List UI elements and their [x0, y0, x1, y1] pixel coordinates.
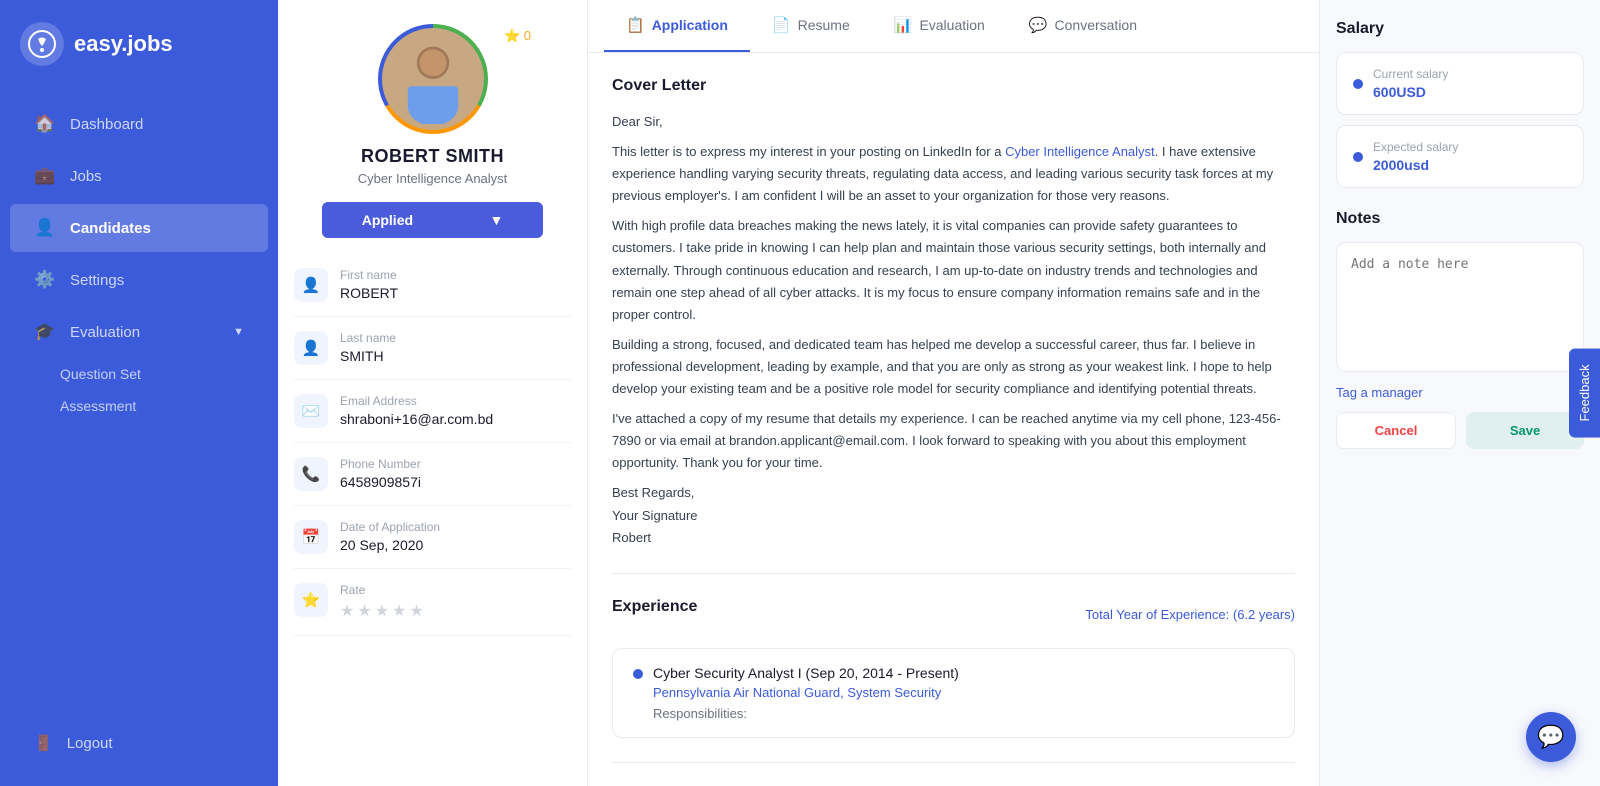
sidebar-logo[interactable]: easy.jobs	[0, 0, 278, 88]
conversation-tab-icon: 💬	[1029, 16, 1048, 34]
candidate-name: ROBERT SMITH	[361, 146, 504, 167]
candidate-panel: ⭐ 0 ROBERT SMITH Cyber Intelligence Anal…	[278, 0, 588, 786]
cover-letter-title: Cover Letter	[612, 77, 1295, 95]
cancel-button[interactable]: Cancel	[1336, 412, 1456, 449]
calendar-icon: 📅	[294, 520, 328, 554]
email-icon: ✉️	[294, 394, 328, 428]
status-dropdown-button[interactable]: Applied ▼	[322, 202, 544, 238]
salary-section-title: Salary	[1336, 20, 1584, 38]
exp-dot	[633, 669, 643, 679]
person-icon-2: 👤	[294, 331, 328, 365]
experience-title: Experience	[612, 598, 697, 616]
sidebar-label-dashboard: Dashboard	[70, 116, 143, 133]
salary-dot-current	[1353, 79, 1363, 89]
star-1[interactable]: ★	[340, 601, 354, 621]
expected-salary-card: Expected salary 2000usd	[1336, 125, 1584, 188]
sidebar-label-evaluation: Evaluation	[70, 324, 140, 341]
settings-icon: ⚙️	[34, 270, 56, 290]
tag-manager-link[interactable]: Tag a manager	[1336, 385, 1584, 400]
feedback-tab[interactable]: Feedback	[1569, 348, 1600, 437]
star-5[interactable]: ★	[409, 601, 423, 621]
candidates-icon: 👤	[34, 218, 56, 238]
salary-dot-expected	[1353, 152, 1363, 162]
content-panel: 📋 Application 📄 Resume 📊 Evaluation 💬 Co…	[588, 0, 1320, 786]
info-first-name: 👤 First name ROBERT	[294, 254, 571, 317]
info-rate: ⭐ Rate ★ ★ ★ ★ ★	[294, 569, 571, 636]
experience-header: Experience Total Year of Experience: (6.…	[612, 598, 1295, 632]
tab-application[interactable]: 📋 Application	[604, 0, 750, 52]
star-4[interactable]: ★	[392, 601, 406, 621]
evaluation-submenu: Question Set Assessment	[0, 358, 278, 422]
sidebar-item-settings[interactable]: ⚙️ Settings	[10, 256, 268, 304]
rate-icon: ⭐	[294, 583, 328, 617]
person-icon: 👤	[294, 268, 328, 302]
sidebar-label-jobs: Jobs	[70, 168, 102, 185]
sidebar-label-candidates: Candidates	[70, 220, 151, 237]
sidebar-nav: 🏠 Dashboard 💼 Jobs 👤 Candidates ⚙️ Setti…	[0, 88, 278, 718]
logout-icon: 🚪	[34, 734, 53, 752]
star-2[interactable]: ★	[357, 601, 371, 621]
phone-icon: 📞	[294, 457, 328, 491]
tab-evaluation[interactable]: 📊 Evaluation	[872, 0, 1007, 52]
chat-icon: 💬	[1537, 724, 1564, 750]
info-date: 📅 Date of Application 20 Sep, 2020	[294, 506, 571, 569]
resume-tab-icon: 📄	[772, 16, 791, 34]
tab-resume[interactable]: 📄 Resume	[750, 0, 872, 52]
save-button[interactable]: Save	[1466, 412, 1584, 449]
candidate-info-section: 👤 First name ROBERT 👤 Last name SMITH ✉️…	[278, 254, 587, 636]
app-name: easy.jobs	[74, 31, 173, 57]
candidate-title: Cyber Intelligence Analyst	[358, 171, 508, 186]
application-tab-icon: 📋	[626, 16, 645, 34]
experience-years: Total Year of Experience: (6.2 years)	[1085, 607, 1295, 622]
notes-textarea[interactable]	[1336, 242, 1584, 372]
sidebar-item-evaluation[interactable]: 🎓 Evaluation ▼	[10, 308, 268, 356]
evaluation-icon: 🎓	[34, 322, 56, 342]
notes-section-title: Notes	[1336, 210, 1584, 228]
cover-letter-text: Dear Sir, This letter is to express my i…	[612, 111, 1295, 549]
sidebar-item-assessment[interactable]: Assessment	[60, 390, 278, 422]
sidebar-item-dashboard[interactable]: 🏠 Dashboard	[10, 100, 268, 148]
main-area: ⭐ 0 ROBERT SMITH Cyber Intelligence Anal…	[278, 0, 1600, 786]
current-salary-card: Current salary 600USD	[1336, 52, 1584, 115]
tabs-bar: 📋 Application 📄 Resume 📊 Evaluation 💬 Co…	[588, 0, 1319, 53]
experience-card: Cyber Security Analyst I (Sep 20, 2014 -…	[612, 648, 1295, 738]
sidebar-label-settings: Settings	[70, 272, 124, 289]
exp-card-header: Cyber Security Analyst I (Sep 20, 2014 -…	[633, 665, 1274, 721]
notes-actions: Cancel Save	[1336, 412, 1584, 449]
logo-icon	[20, 22, 64, 66]
avatar-ring	[378, 24, 488, 134]
info-email: ✉️ Email Address shraboni+16@ar.com.bd	[294, 380, 571, 443]
candidate-header: ⭐ 0 ROBERT SMITH Cyber Intelligence Anal…	[278, 0, 587, 254]
tab-conversation[interactable]: 💬 Conversation	[1007, 0, 1159, 52]
jobs-icon: 💼	[34, 166, 56, 186]
sidebar: easy.jobs 🏠 Dashboard 💼 Jobs 👤 Candidate…	[0, 0, 278, 786]
notes-section: Notes Tag a manager Cancel Save	[1336, 210, 1584, 449]
chevron-down-icon: ▼	[489, 212, 503, 228]
sidebar-label-logout: Logout	[67, 735, 113, 752]
right-panel: Salary Current salary 600USD Expected sa…	[1320, 0, 1600, 786]
sidebar-item-candidates[interactable]: 👤 Candidates	[10, 204, 268, 252]
avatar	[382, 28, 484, 130]
sidebar-item-logout[interactable]: 🚪 Logout	[10, 720, 268, 766]
info-last-name: 👤 Last name SMITH	[294, 317, 571, 380]
chevron-down-icon: ▼	[233, 326, 244, 338]
evaluation-tab-icon: 📊	[894, 16, 913, 34]
content-body: Cover Letter Dear Sir, This letter is to…	[588, 53, 1319, 786]
chat-bubble[interactable]: 💬	[1526, 712, 1576, 762]
star-3[interactable]: ★	[375, 601, 389, 621]
sidebar-item-question-set[interactable]: Question Set	[60, 358, 278, 390]
star-badge: ⭐ 0	[504, 28, 531, 44]
home-icon: 🏠	[34, 114, 56, 134]
sidebar-item-jobs[interactable]: 💼 Jobs	[10, 152, 268, 200]
rating-stars[interactable]: ★ ★ ★ ★ ★	[340, 601, 424, 621]
info-phone: 📞 Phone Number 6458909857i	[294, 443, 571, 506]
